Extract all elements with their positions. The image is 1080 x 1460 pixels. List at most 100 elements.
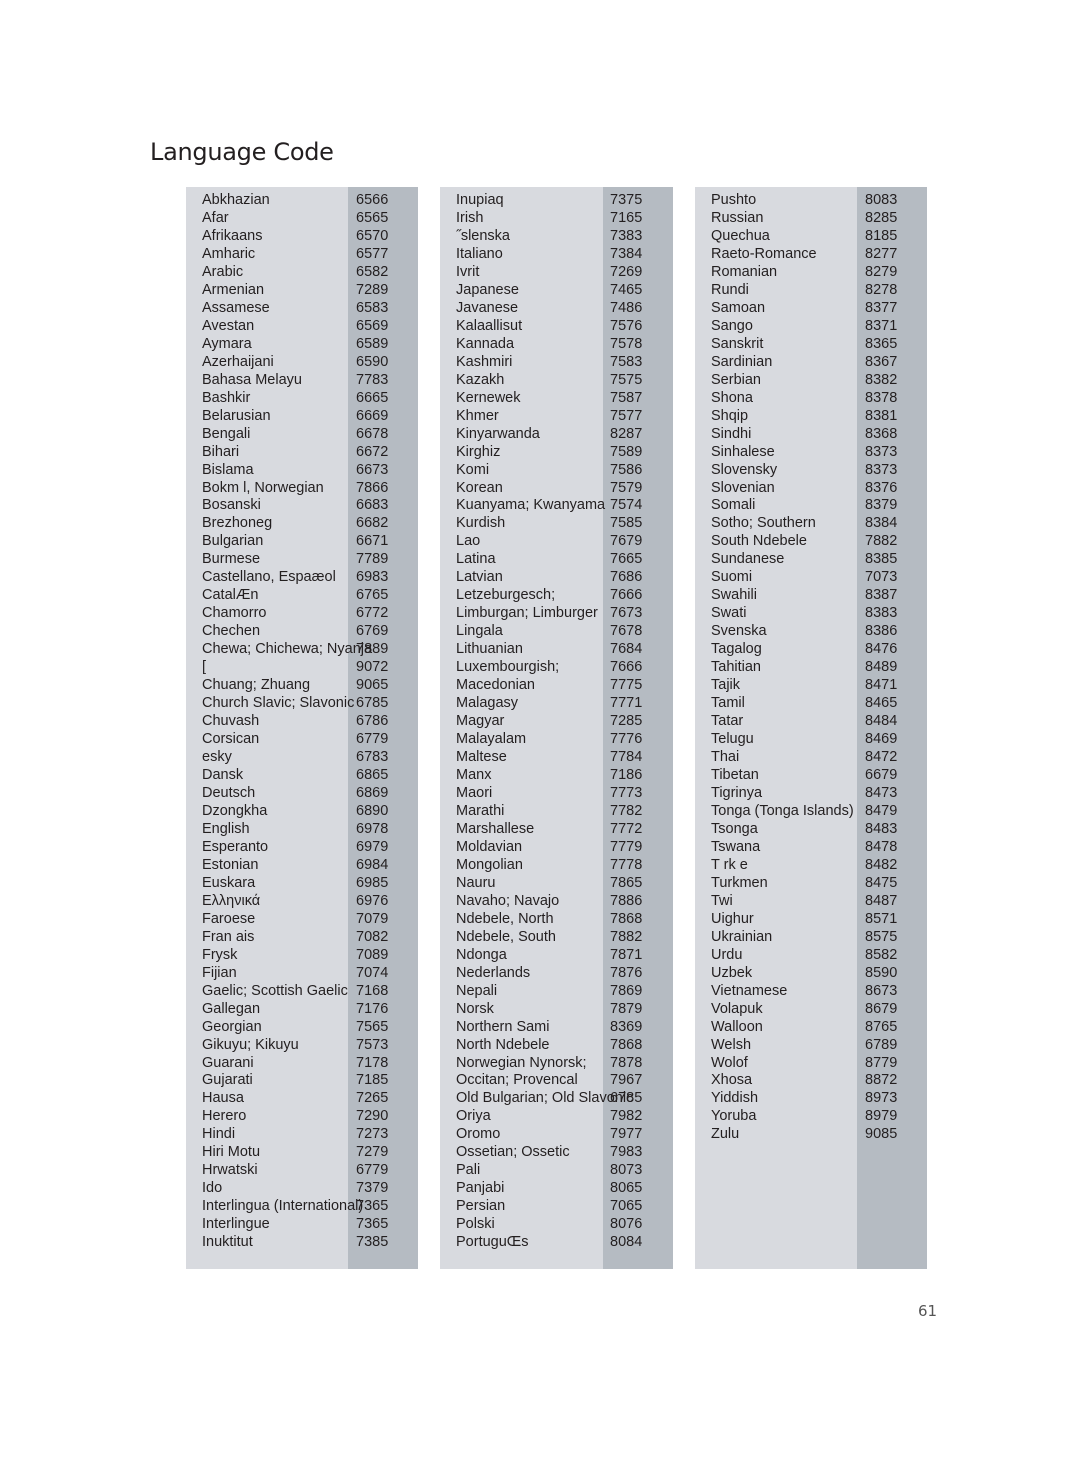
language-name: Burmese [202,551,261,568]
language-row: Romanian 8279 [695,263,927,281]
language-name: Kinyarwanda [456,425,540,442]
language-row: Magyar 7285 [440,712,673,730]
language-row: [9072 [186,658,418,676]
language-code: 7065 [610,1198,643,1215]
language-row: Tibetan 6679 [695,766,927,784]
language-name: Hindi [202,1126,236,1143]
language-code: 7889 [356,641,389,658]
language-code: 6590 [356,353,389,370]
language-code: 7789 [356,551,389,568]
language-name: Gaelic; Scottish Gaelic [202,982,348,999]
language-code: 8073 [610,1162,643,1179]
language-code: 8365 [865,335,898,352]
language-row: Marathi 7782 [440,802,673,820]
language-code: 6565 [356,209,389,226]
language-row: Kernewek 7587 [440,389,673,407]
language-row: Ndebele, South 7882 [440,928,673,946]
language-code: 8083 [865,192,898,208]
language-name: Yoruba [711,1108,757,1125]
language-name: Twi [711,892,733,909]
language-name: Inuktitut [202,1234,253,1251]
language-row: Lithuanian 7684 [440,640,673,658]
language-code: 8368 [865,425,898,442]
language-row: Afrikaans 6570 [186,227,418,245]
language-code: 7365 [356,1198,389,1215]
language-row: Sundanese 8385 [695,550,927,568]
language-code: 7982 [610,1108,643,1125]
language-row: North Ndebele 7868 [440,1036,673,1054]
language-code: 6678 [356,425,389,442]
language-code: 7579 [610,479,643,496]
language-name: Manx [456,767,492,783]
language-name: Korean [456,479,503,496]
language-name: Afar [202,209,229,226]
language-code: 7778 [610,856,643,873]
language-name: Swahili [711,587,757,604]
language-code: 6671 [356,533,389,550]
language-row: Castellano, Espaæol 6983 [186,568,418,586]
language-code: 6672 [356,443,389,460]
language-name: Sanskrit [711,335,764,352]
language-row: Pali 8073 [440,1161,673,1179]
language-row: Norsk 7879 [440,1000,673,1018]
language-code: 8386 [865,623,898,640]
language-row: Slovenian 8376 [695,479,927,497]
language-code: 7385 [356,1234,389,1251]
language-row: Inupiaq 7375 [440,191,673,209]
language-code: 7871 [610,946,643,963]
language-code: 6683 [356,497,389,514]
language-code: 7168 [356,982,389,999]
language-code: 8482 [865,856,898,873]
language-row: Moldavian 7779 [440,838,673,856]
language-name: Kurdish [456,515,506,532]
language-name: Lithuanian [456,641,523,658]
language-row: Ido 7379 [186,1179,418,1197]
language-row: Tamil 8465 [695,694,927,712]
language-name: Komi [456,461,490,478]
language-row: Raeto-Romance 8277 [695,245,927,263]
language-code: 6789 [865,1036,898,1053]
language-row: Panjabi 8065 [440,1179,673,1197]
language-name: Avestan [202,317,255,334]
language-row: Northern Sami 8369 [440,1018,673,1036]
language-row: Manx 7186 [440,766,673,784]
language-row: Tsonga 8483 [695,820,927,838]
language-name: Magyar [456,713,505,730]
language-name: Castellano, Espaæol [202,569,336,586]
language-row: Avestan 6569 [186,317,418,335]
language-row: Gujarati 7185 [186,1071,418,1089]
language-row: Svenska 8386 [695,622,927,640]
language-name: Interlingua (International) [202,1198,364,1215]
language-row: Chamorro 6772 [186,604,418,622]
language-row: Tagalog 8476 [695,640,927,658]
language-code: 6582 [356,263,389,280]
language-name: Sinhalese [711,443,775,460]
language-name: English [202,820,250,837]
language-row: Nederlands 7876 [440,964,673,982]
language-name: Italiano [456,245,503,262]
language-name: Abkhazian [202,192,270,208]
language-code: 7074 [356,964,389,981]
language-code: 8469 [865,731,898,748]
language-row: Volapuk 8679 [695,1000,927,1018]
language-code: 7384 [610,245,643,262]
language-name: Esperanto [202,838,269,855]
language-name: Tonga (Tonga Islands) [711,802,854,819]
language-row: Kannada 7578 [440,335,673,353]
language-row: Italiano 7384 [440,245,673,263]
language-row: Fijian 7074 [186,964,418,982]
language-row: Gaelic; Scottish Gaelic 7168 [186,982,418,1000]
language-code: 6665 [356,389,389,406]
language-row: Chuang; Zhuang 9065 [186,676,418,694]
language-name: Malayalam [456,731,527,748]
language-name: [ [202,659,207,676]
language-name: Serbian [711,371,761,388]
language-row: Turkmen 8475 [695,874,927,892]
language-name: Nauru [456,874,496,891]
language-code: 8479 [865,802,898,819]
language-row: Bihari 6672 [186,443,418,461]
language-row: ˝slenska 7383 [440,227,673,245]
language-name: Ndebele, South [456,928,556,945]
language-row: Bengali 6678 [186,425,418,443]
language-row: Welsh 6789 [695,1036,927,1054]
